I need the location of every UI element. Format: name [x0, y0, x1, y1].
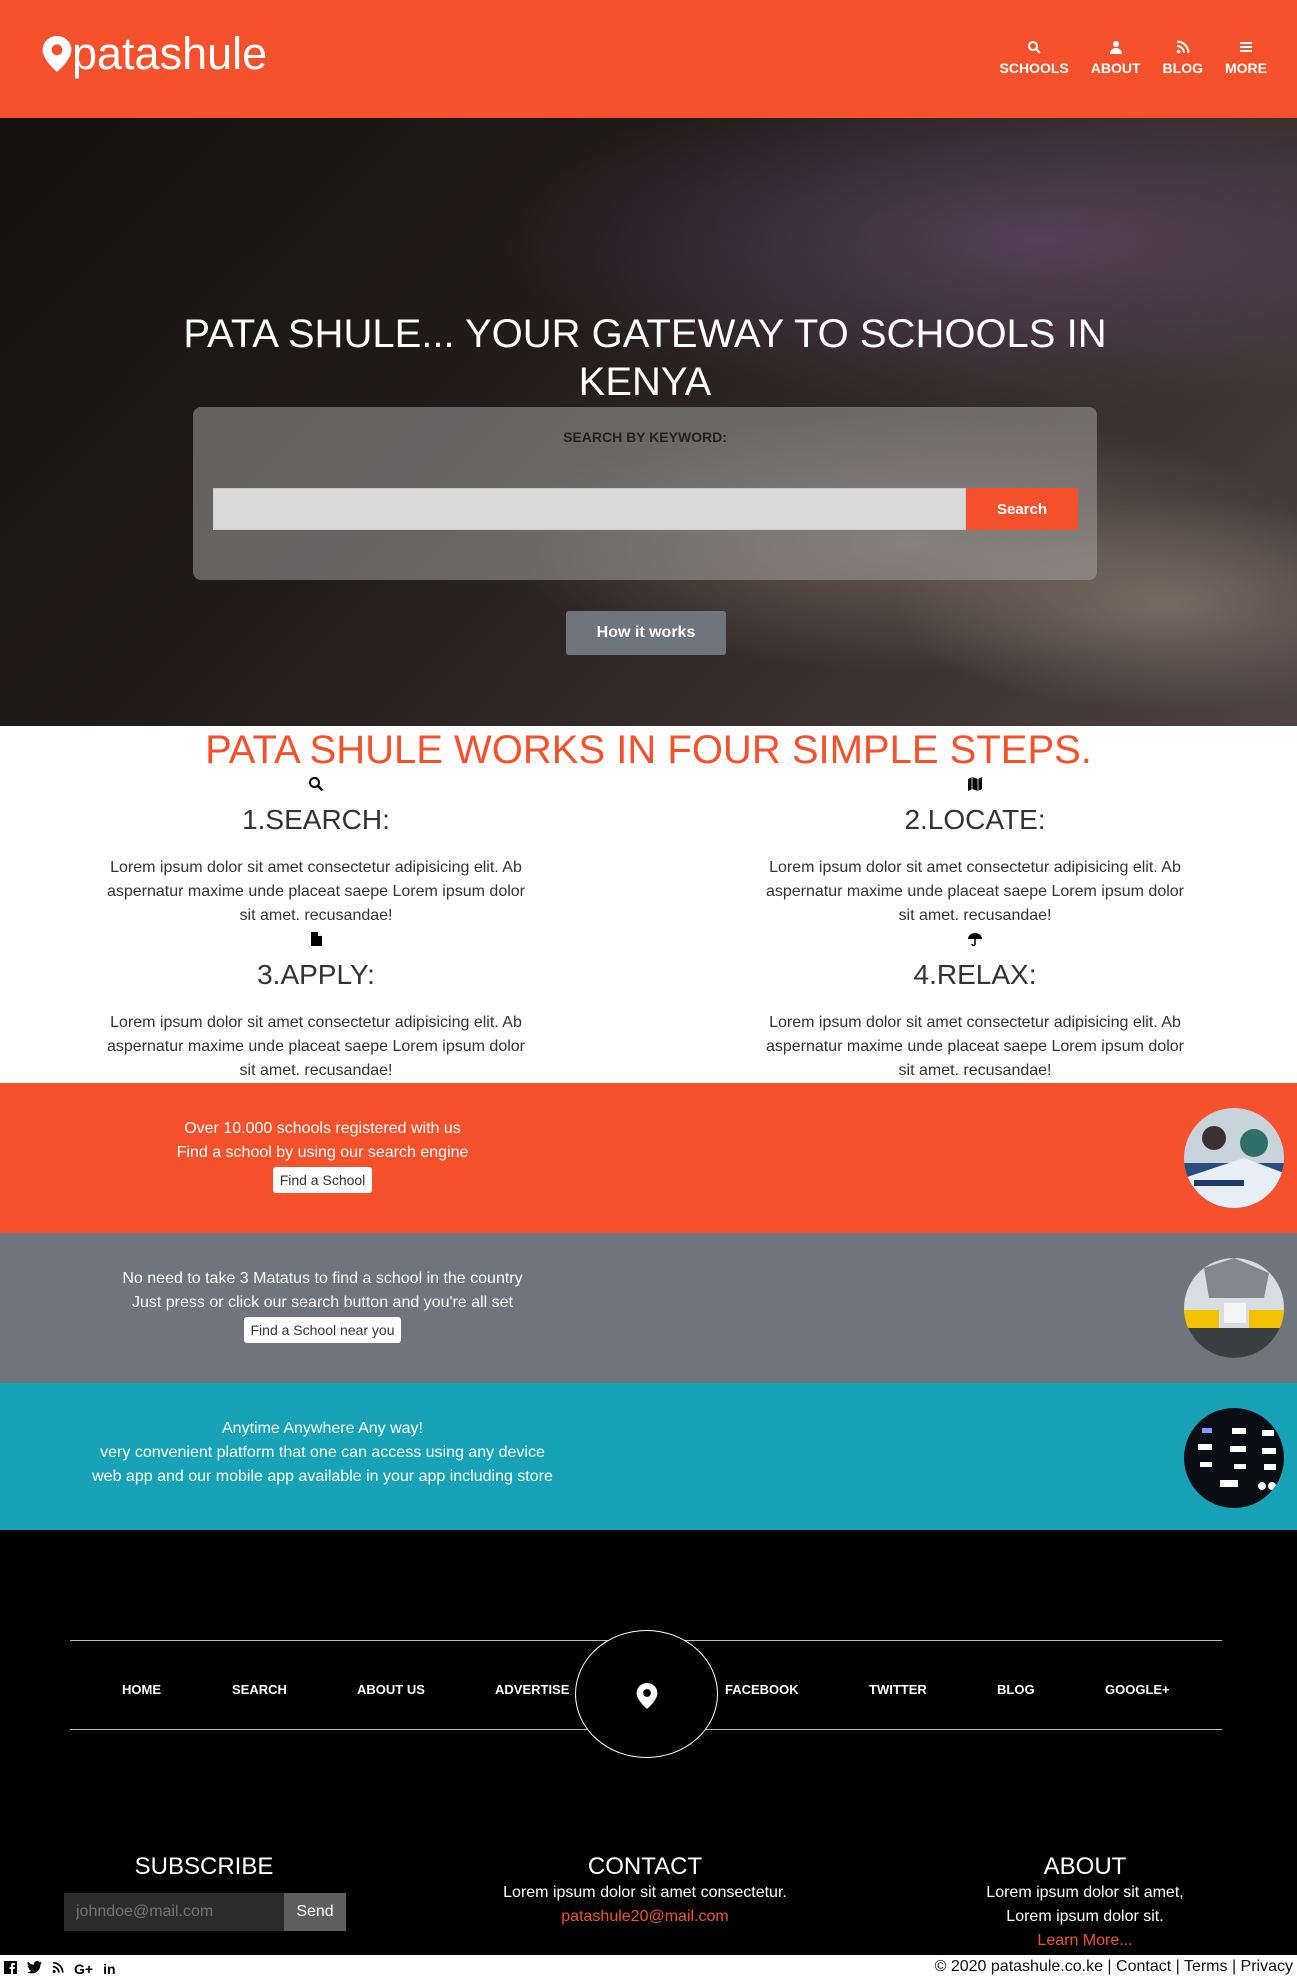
step-text: Lorem ipsum dolor sit amet consectetur a…	[765, 1014, 1184, 1079]
logo-text: patashule	[72, 28, 268, 79]
step-relax: 4.RELAX: Lorem ipsum dolor sit amet cons…	[765, 931, 1185, 1083]
nav-more[interactable]: MORE	[1225, 40, 1267, 76]
hero-section: PATA SHULE... YOUR GATEWAY TO SCHOOLS IN…	[0, 118, 1297, 726]
nav-label: SCHOOLS	[999, 60, 1069, 76]
search-icon	[1028, 41, 1041, 54]
linkedin-icon[interactable]: in	[103, 1961, 115, 1977]
step-locate: 2.LOCATE: Lorem ipsum dolor sit amet con…	[765, 776, 1185, 928]
band-line: web app and our mobile app available in …	[92, 1468, 553, 1485]
site-footer: HOME SEARCH ABOUT US ADVERTISE FACEBOOK …	[0, 1530, 1297, 1955]
menu-icon	[1240, 42, 1252, 52]
site-header: patashule SCHOOLS ABOUT BLOG MORE	[0, 0, 1297, 118]
school-bus-image	[1184, 1258, 1284, 1358]
map-icon	[968, 777, 982, 791]
map-pin-icon	[42, 36, 72, 72]
search-icon	[309, 777, 324, 792]
map-pin-icon	[636, 1683, 658, 1709]
step-title: 4.RELAX:	[913, 959, 1037, 990]
smartwatch-image	[1184, 1408, 1284, 1508]
footer-logo-circle[interactable]	[575, 1630, 718, 1758]
hero-title: PATA SHULE... YOUR GATEWAY TO SCHOOLS IN…	[183, 312, 1107, 404]
classroom-image	[1184, 1108, 1284, 1208]
about-title: ABOUT	[1043, 1853, 1127, 1880]
nav-schools[interactable]: SCHOOLS	[1000, 40, 1069, 76]
bottom-link-contact[interactable]: Contact	[1116, 1958, 1171, 1975]
find-school-near-button[interactable]: Find a School near you	[243, 1317, 402, 1343]
twitter-icon[interactable]	[27, 1961, 42, 1974]
main-nav: SCHOOLS ABOUT BLOG MORE	[1000, 40, 1267, 76]
footer-link-google-plus[interactable]: GOOGLE+	[1105, 1682, 1170, 1697]
nav-label: BLOG	[1162, 60, 1203, 76]
footer-link-home[interactable]: HOME	[122, 1682, 161, 1697]
bottom-link-terms[interactable]: Terms	[1184, 1958, 1228, 1975]
band-line: Find a school by using our search engine	[176, 1144, 469, 1161]
footer-link-facebook[interactable]: FACEBOOK	[725, 1682, 799, 1697]
contact-section: CONTACT Lorem ipsum dolor sit amet conse…	[445, 1853, 845, 1929]
step-apply: 3.APPLY: Lorem ipsum dolor sit amet cons…	[106, 931, 526, 1083]
user-icon	[1109, 41, 1122, 54]
subscribe-email-input[interactable]	[64, 1893, 284, 1931]
footer-link-advertise[interactable]: ADVERTISE	[495, 1682, 569, 1697]
band-anytime: Anytime Anywhere Any way! very convenien…	[0, 1383, 1297, 1533]
footer-link-twitter[interactable]: TWITTER	[869, 1682, 927, 1697]
band-text: Anytime Anywhere Any way! very convenien…	[60, 1417, 585, 1489]
rss-icon	[1176, 40, 1190, 54]
contact-email-link[interactable]: patashule20@mail.com	[445, 1905, 845, 1929]
band-matatus: No need to take 3 Matatus to find a scho…	[0, 1233, 1297, 1383]
step-text: Lorem ipsum dolor sit amet consectetur a…	[106, 1014, 525, 1079]
band-line: No need to take 3 Matatus to find a scho…	[122, 1270, 523, 1287]
about-section: ABOUT Lorem ipsum dolor sit amet, Lorem …	[935, 1853, 1235, 1953]
copyright-text: © 2020 patashule.co.ke	[934, 1958, 1103, 1975]
social-icons: G+ in	[4, 1961, 116, 1977]
step-title: 2.LOCATE:	[904, 804, 1046, 835]
about-text: Lorem ipsum dolor sit amet,	[986, 1884, 1184, 1901]
how-it-works-button[interactable]: How it works	[566, 611, 726, 655]
nav-label: ABOUT	[1090, 60, 1141, 76]
band-text: No need to take 3 Matatus to find a scho…	[60, 1267, 585, 1343]
rss-icon[interactable]	[52, 1961, 64, 1974]
learn-more-link[interactable]: Learn More...	[935, 1929, 1235, 1953]
search-panel: SEARCH BY KEYWORD: Search	[193, 407, 1097, 580]
step-search: 1.SEARCH: Lorem ipsum dolor sit amet con…	[106, 776, 526, 928]
umbrella-icon	[968, 933, 982, 947]
search-input[interactable]	[213, 488, 966, 530]
band-line: very convenient platform that one can ac…	[100, 1444, 545, 1461]
facebook-icon[interactable]	[4, 1961, 17, 1974]
step-title: 3.APPLY:	[257, 959, 375, 990]
search-label: SEARCH BY KEYWORD:	[563, 429, 727, 445]
step-text: Lorem ipsum dolor sit amet consectetur a…	[106, 859, 525, 924]
step-text: Lorem ipsum dolor sit amet consectetur a…	[765, 859, 1184, 924]
subscribe-send-button[interactable]: Send	[284, 1893, 346, 1931]
copyright-line: © 2020 patashule.co.ke | Contact | Terms…	[934, 1958, 1293, 1975]
nav-about[interactable]: ABOUT	[1091, 40, 1141, 76]
band-line: Anytime Anywhere Any way!	[222, 1420, 423, 1437]
find-school-button[interactable]: Find a School	[272, 1167, 373, 1193]
contact-text: Lorem ipsum dolor sit amet consectetur.	[503, 1884, 787, 1901]
subscribe-section: SUBSCRIBE	[104, 1853, 304, 1881]
step-title: 1.SEARCH:	[242, 804, 390, 835]
nav-blog[interactable]: BLOG	[1163, 40, 1203, 76]
about-text: Lorem ipsum dolor sit.	[1006, 1908, 1164, 1925]
band-text: Over 10.000 schools registered with us F…	[60, 1117, 585, 1193]
band-schools: Over 10.000 schools registered with us F…	[0, 1083, 1297, 1233]
band-line: Over 10.000 schools registered with us	[184, 1120, 461, 1137]
footer-link-about-us[interactable]: ABOUT US	[357, 1682, 425, 1697]
subscribe-title: SUBSCRIBE	[134, 1853, 274, 1880]
band-line: Just press or click our search button an…	[131, 1294, 513, 1311]
nav-label: MORE	[1225, 60, 1267, 76]
file-icon	[311, 932, 322, 946]
contact-title: CONTACT	[587, 1853, 703, 1880]
google-plus-icon[interactable]: G+	[74, 1961, 93, 1977]
logo[interactable]: patashule	[42, 28, 267, 80]
bottom-bar: G+ in © 2020 patashule.co.ke | Contact |…	[0, 1955, 1297, 1981]
footer-link-search[interactable]: SEARCH	[232, 1682, 287, 1697]
bottom-link-privacy[interactable]: Privacy	[1241, 1958, 1293, 1975]
steps-title: PATA SHULE WORKS IN FOUR SIMPLE STEPS.	[205, 728, 1092, 772]
footer-link-blog[interactable]: BLOG	[997, 1682, 1035, 1697]
search-button[interactable]: Search	[966, 488, 1078, 530]
